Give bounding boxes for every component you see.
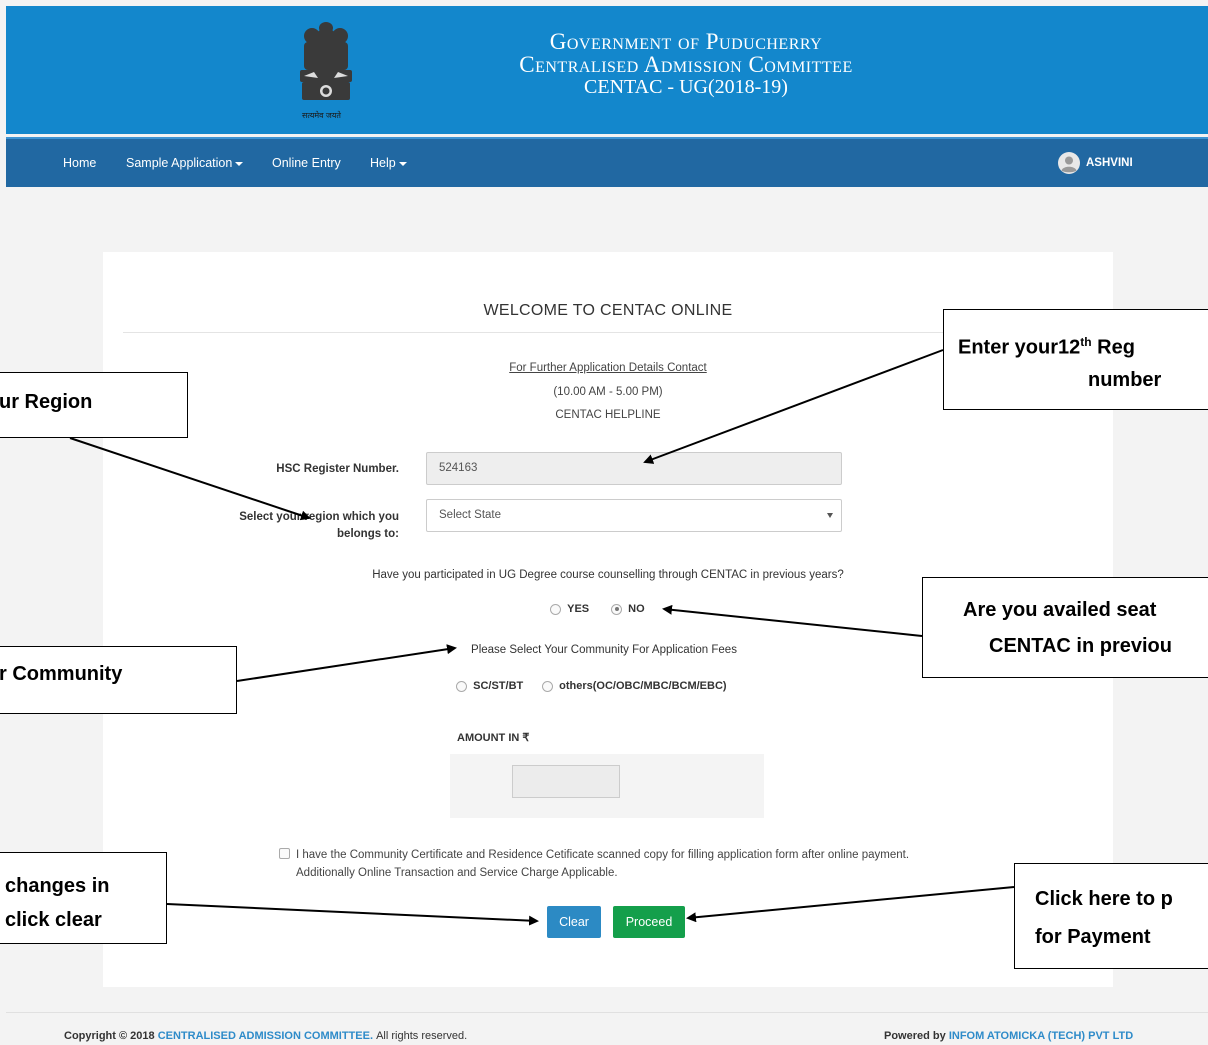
prev-yes-label: YES	[567, 603, 590, 615]
nav-sample-application[interactable]: Sample Application	[126, 156, 244, 170]
callout-payment: Click here to p for Payment	[1014, 863, 1208, 969]
callout-region: ur Region	[0, 372, 188, 438]
nav-home[interactable]: Home	[63, 156, 96, 170]
community-sc-label: SC/ST/BT	[473, 680, 524, 692]
amount-panel	[450, 754, 764, 818]
prev-yes-radio[interactable]	[550, 603, 561, 615]
callout-availed-line1: Are you availed seat	[963, 599, 1157, 621]
chevron-down-icon	[235, 161, 244, 166]
powered-by: Powered by INFOM ATOMICKA (TECH) PVT LTD	[884, 1030, 1133, 1042]
community-sc-radio[interactable]	[456, 680, 467, 692]
hsc-register-input[interactable]: 524163	[426, 452, 842, 485]
callout-register-number: Enter your12th Reg number	[943, 309, 1208, 410]
main-navbar: Home Sample Application Online Entry Hel…	[6, 137, 1208, 187]
declaration-checkbox[interactable]	[279, 848, 290, 859]
region-label-line2: belongs to:	[337, 528, 399, 540]
region-label-line1: Select your region which you	[239, 511, 399, 523]
community-others-label: others(OC/OBC/MBC/BCM/EBC)	[559, 680, 727, 692]
site-header: सत्यमेव जयते Government of Puducherry Ce…	[6, 6, 1208, 134]
user-menu[interactable]: ASHVINI	[1058, 152, 1133, 174]
copyright-suffix: All rights reserved.	[376, 1030, 468, 1042]
prev-no-label: NO	[628, 603, 645, 615]
powered-prefix: Powered by	[884, 1030, 946, 1042]
amount-label: AMOUNT IN ₹	[457, 732, 530, 744]
callout-availed-line2: CENTAC in previou	[989, 635, 1172, 657]
community-others-option[interactable]: others(OC/OBC/MBC/BCM/EBC)	[542, 680, 727, 692]
callout-clear: changes in click clear	[0, 852, 167, 944]
callout-register-sup: th	[1080, 335, 1092, 349]
proceed-button[interactable]: Proceed	[613, 906, 685, 938]
callout-clear-line1: changes in	[5, 875, 110, 897]
region-select[interactable]: Select State	[426, 499, 842, 532]
user-avatar-icon	[1058, 152, 1080, 174]
footer-divider	[6, 1012, 1208, 1013]
nav-online-entry[interactable]: Online Entry	[272, 156, 341, 170]
chevron-down-icon	[398, 161, 407, 166]
copyright-prefix: Copyright © 2018	[64, 1030, 155, 1042]
helpline-label: CENTAC HELPLINE	[555, 409, 661, 421]
powered-org-link[interactable]: INFOM ATOMICKA (TECH) PVT LTD	[949, 1030, 1133, 1042]
clear-button[interactable]: Clear	[547, 906, 601, 938]
prev-yes-option[interactable]: YES	[550, 603, 589, 615]
header-title-centac: CENTAC - UG(2018-19)	[584, 76, 788, 98]
hsc-register-label: HSC Register Number.	[276, 463, 399, 475]
declaration-text: I have the Community Certificate and Res…	[296, 849, 910, 879]
callout-availed-seat: Are you availed seat CENTAC in previou	[922, 577, 1208, 678]
callout-register-text-b: Reg	[1091, 336, 1135, 359]
copyright-org-link[interactable]: CENTRALISED ADMISSION COMMITTEE.	[158, 1030, 373, 1042]
user-name: ASHVINI	[1086, 157, 1133, 170]
region-select-value: Select State	[439, 509, 502, 521]
region-label: Select your region which you belongs to:	[183, 509, 399, 543]
nav-sample-application-label: Sample Application	[126, 156, 233, 170]
header-title-government: Government of Puducherry	[549, 29, 823, 54]
callout-register-line2: number	[1088, 368, 1162, 391]
header-titles: Government of Puducherry Centralised Adm…	[426, 30, 946, 98]
community-sc-option[interactable]: SC/ST/BT	[456, 680, 523, 692]
community-others-radio[interactable]	[542, 680, 553, 692]
callout-register-line1: Enter your12th Reg	[958, 326, 1208, 364]
callout-clear-line2: click clear	[5, 909, 102, 931]
nav-help-label: Help	[370, 156, 396, 170]
prev-no-radio[interactable]	[611, 603, 622, 615]
nav-help[interactable]: Help	[370, 156, 407, 170]
callout-payment-line1: Click here to p	[1035, 888, 1173, 910]
chevron-down-icon	[827, 513, 833, 518]
callout-payment-line2: for Payment	[1035, 926, 1151, 948]
amount-input[interactable]	[512, 765, 620, 798]
copyright: Copyright © 2018 CENTRALISED ADMISSION C…	[64, 1030, 467, 1042]
emblem-motto: सत्यमेव जयते	[302, 111, 341, 120]
callout-community: r Community	[0, 646, 237, 714]
header-title-committee: Centralised Admission Committee	[519, 52, 853, 77]
callout-register-text-a: Enter your12	[958, 336, 1081, 359]
prev-no-option[interactable]: NO	[611, 603, 645, 615]
